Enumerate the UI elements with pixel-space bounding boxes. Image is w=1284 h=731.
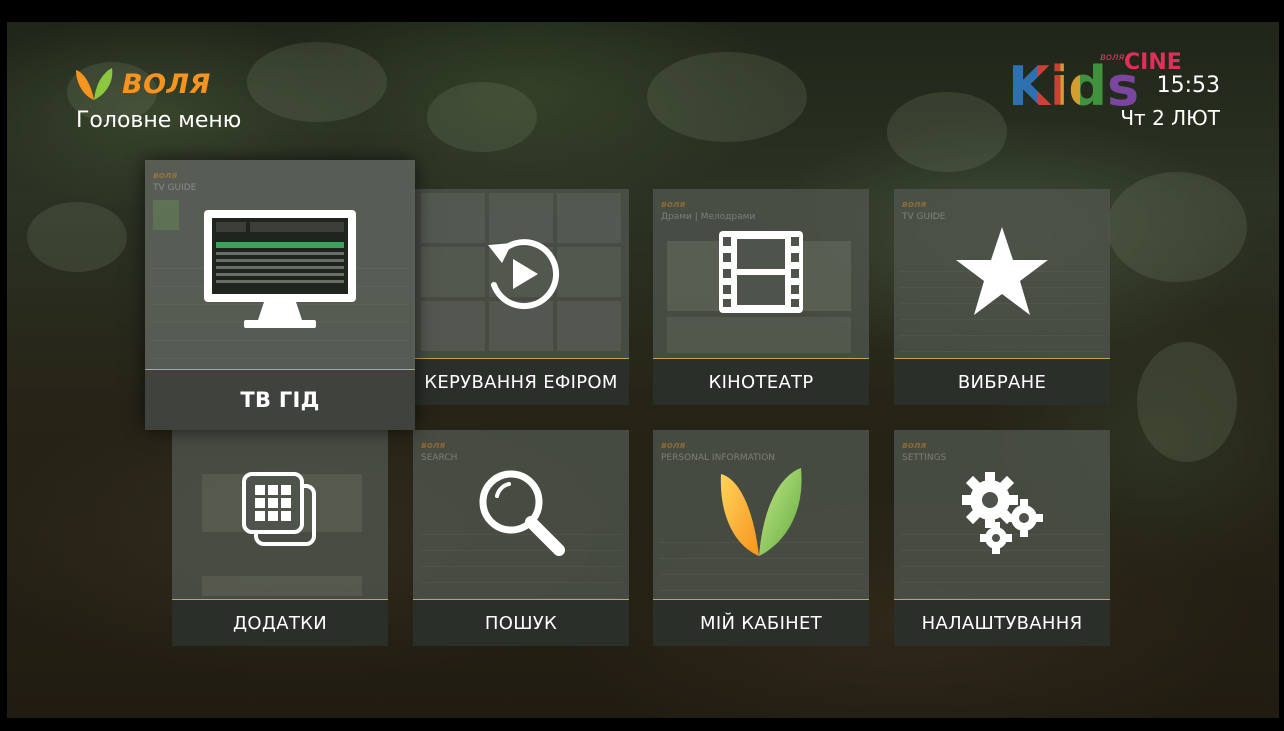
clock-time: 15:53 [1156,73,1220,98]
tile-label-bar: КЕРУВАННЯ ЕФІРОМ [413,358,629,405]
tile-label: ТВ ГІД [240,388,320,412]
tile-label-bar: ДОДАТКИ [172,599,388,646]
tile-tv-guide[interactable]: воля TV GUIDE ТВ ГІД [145,160,415,430]
tile-label: НАЛАШТУВАННЯ [921,612,1083,634]
clock: 15:53 Чт 2 ЛЮТ [1120,72,1220,132]
brand-name: ВОЛЯ [122,68,211,100]
volya-logo-icon [720,468,802,556]
tile-apps[interactable]: ДОДАТКИ [172,430,388,646]
tile-label: КЕРУВАННЯ ЕФІРОМ [424,371,618,393]
tile-label: ДОДАТКИ [233,612,327,634]
tile-settings[interactable]: воля SETTINGS НАЛАШТУВАННЯ [894,430,1110,646]
tile-label: МІЙ КАБІНЕТ [700,612,822,634]
tile-label-bar: КІНОТЕАТР [653,358,869,405]
page-title: Головне меню [76,108,242,133]
replay-icon [488,239,560,310]
tile-label-bar: ВИБРАНЕ [894,358,1110,405]
tile-search[interactable]: воля SEARCH ПОШУК [413,430,629,646]
tile-label: ПОШУК [484,612,558,634]
tile-broadcast-control[interactable]: КЕРУВАННЯ ЕФІРОМ [413,189,629,405]
film-icon [719,231,803,313]
apps-icon [242,472,316,546]
tile-cinema[interactable]: воля Драми | Мелодрами КІНОТЕАТР [653,189,869,405]
tile-label-bar: ПОШУК [413,599,629,646]
volya-logo: ВОЛЯ [72,66,211,102]
star-icon [956,227,1048,315]
tile-label: КІНОТЕАТР [708,371,814,393]
tile-label-bar: ТВ ГІД [145,369,415,430]
tile-favorites[interactable]: воля TV GUIDE ВИБРАНЕ [894,189,1110,405]
tile-my-account[interactable]: воля PERSONAL INFORMATION МІЙ КАБІНЕТ [653,430,869,646]
screen: ВОЛЯ Головне меню Kids воля CINE 15:53 Ч… [0,0,1284,731]
tile-label: ВИБРАНЕ [957,371,1047,393]
search-icon [479,470,565,556]
volya-leaf-icon [76,68,113,100]
channel-logo-volya: воля [1100,52,1125,63]
monitor-icon [204,210,356,328]
tile-label-bar: МІЙ КАБІНЕТ [653,599,869,646]
clock-date: Чт 2 ЛЮТ [1120,106,1220,130]
gears-icon [962,472,1043,554]
tile-label-bar: НАЛАШТУВАННЯ [894,599,1110,646]
